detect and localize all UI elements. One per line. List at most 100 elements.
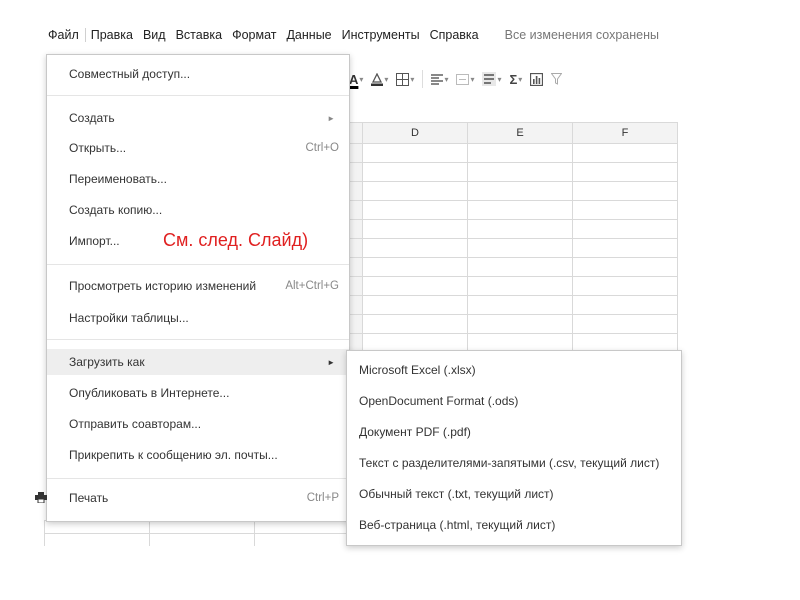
filter-button[interactable]	[551, 73, 563, 85]
submenu-item-label: Веб-страница (.html, текущий лист)	[359, 518, 556, 532]
borders-button[interactable]: ▾	[396, 72, 414, 86]
cell[interactable]	[362, 162, 468, 182]
menu-help[interactable]: Справка	[425, 28, 484, 42]
cell[interactable]	[572, 314, 678, 334]
menu-view[interactable]: Вид	[138, 28, 171, 42]
menu-item-print[interactable]: Печать Ctrl+P	[35, 485, 349, 511]
cell[interactable]	[149, 533, 255, 546]
menu-divider	[47, 339, 349, 340]
cell[interactable]	[467, 181, 573, 201]
cell[interactable]	[44, 533, 150, 546]
wrap-button[interactable]: ▾	[482, 72, 501, 86]
menu-item-new[interactable]: Создать ►	[47, 105, 349, 131]
menu-item-label: Опубликовать в Интернете...	[69, 386, 230, 400]
cell[interactable]	[572, 162, 678, 182]
menu-edit[interactable]: Правка	[86, 28, 138, 42]
cell[interactable]	[572, 295, 678, 315]
column-header-e[interactable]: E	[467, 122, 573, 144]
column-header-f[interactable]: F	[572, 122, 678, 144]
spreadsheet-grid: D E F	[345, 122, 680, 362]
toolbar: A ▾ ▾ ▾ ▾ ▾ ▾ Σ ▾	[345, 64, 680, 94]
printer-icon	[35, 492, 47, 503]
cell[interactable]	[572, 219, 678, 239]
cell[interactable]	[362, 200, 468, 220]
cell[interactable]	[572, 143, 678, 163]
cell[interactable]	[572, 257, 678, 277]
menu-divider	[47, 95, 349, 96]
cell[interactable]	[467, 295, 573, 315]
menu-item-open[interactable]: Открыть... Ctrl+O	[47, 135, 349, 161]
download-ods[interactable]: OpenDocument Format (.ods)	[347, 388, 681, 414]
fill-color-button[interactable]: ▾	[371, 72, 389, 86]
cell[interactable]	[362, 257, 468, 277]
cell[interactable]	[572, 276, 678, 296]
cell[interactable]	[467, 257, 573, 277]
chevron-down-icon: ▾	[359, 74, 364, 84]
menu-item-share[interactable]: Совместный доступ...	[47, 61, 349, 87]
download-xlsx[interactable]: Microsoft Excel (.xlsx)	[347, 357, 681, 383]
cell[interactable]	[467, 200, 573, 220]
menu-tools[interactable]: Инструменты	[337, 28, 425, 42]
cell[interactable]	[362, 295, 468, 315]
menu-item-revision-history[interactable]: Просмотреть историю изменений Alt+Ctrl+G	[47, 273, 349, 299]
menu-item-publish[interactable]: Опубликовать в Интернете...	[47, 380, 349, 406]
cell[interactable]	[572, 200, 678, 220]
menu-item-download-as[interactable]: Загрузить как ►	[47, 349, 349, 375]
download-as-submenu: Microsoft Excel (.xlsx) OpenDocument For…	[346, 350, 682, 546]
menu-item-rename[interactable]: Переименовать...	[47, 166, 349, 192]
menu-format[interactable]: Формат	[227, 28, 281, 42]
menu-item-shortcut: Alt+Ctrl+G	[285, 280, 339, 292]
cell[interactable]	[467, 219, 573, 239]
submenu-item-label: Обычный текст (.txt, текущий лист)	[359, 487, 554, 501]
menu-data[interactable]: Данные	[281, 28, 336, 42]
chart-button[interactable]	[530, 72, 544, 86]
save-status: Все изменения сохранены	[504, 28, 659, 42]
menu-file[interactable]: Файл	[46, 28, 86, 42]
cell[interactable]	[254, 533, 360, 546]
column-header-d[interactable]: D	[362, 122, 468, 144]
cell[interactable]	[572, 238, 678, 258]
cell[interactable]	[467, 143, 573, 163]
download-html[interactable]: Веб-страница (.html, текущий лист)	[347, 512, 681, 538]
download-pdf[interactable]: Документ PDF (.pdf)	[347, 419, 681, 445]
text-color-button[interactable]: A ▾	[349, 72, 363, 87]
chevron-down-icon: ▾	[518, 74, 523, 84]
menu-item-label: Совместный доступ...	[69, 67, 191, 81]
chevron-down-icon: ▾	[384, 74, 389, 84]
cell[interactable]	[362, 219, 468, 239]
download-txt[interactable]: Обычный текст (.txt, текущий лист)	[347, 481, 681, 507]
chevron-down-icon: ▾	[470, 74, 475, 84]
merge-button[interactable]: ▾	[456, 73, 475, 85]
menu-item-label: Настройки таблицы...	[69, 311, 189, 325]
cell[interactable]	[149, 520, 255, 534]
menu-item-email-attachment[interactable]: Прикрепить к сообщению эл. почты...	[47, 442, 349, 468]
menu-item-email-collaborators[interactable]: Отправить соавторам...	[47, 411, 349, 437]
cell[interactable]	[362, 238, 468, 258]
file-menu: Совместный доступ... Создать ► Открыть..…	[35, 54, 350, 522]
functions-button[interactable]: Σ ▾	[509, 72, 522, 87]
cell[interactable]	[467, 276, 573, 296]
cell[interactable]	[572, 181, 678, 201]
menu-item-label: Открыть...	[69, 141, 127, 155]
cell[interactable]	[362, 143, 468, 163]
download-csv[interactable]: Текст с разделителями-запятыми (.csv, те…	[347, 450, 681, 476]
cell[interactable]	[44, 520, 150, 534]
cell[interactable]	[467, 162, 573, 182]
cell[interactable]	[467, 238, 573, 258]
menu-item-label: Прикрепить к сообщению эл. почты...	[69, 448, 278, 462]
cell[interactable]	[467, 314, 573, 334]
menu-item-label: Просмотреть историю изменений	[69, 279, 257, 293]
cell[interactable]	[362, 181, 468, 201]
align-button[interactable]: ▾	[431, 73, 448, 85]
cell[interactable]	[362, 276, 468, 296]
toolbar-divider	[422, 70, 424, 88]
menu-item-shortcut: Ctrl+O	[305, 142, 339, 154]
menu-item-shortcut: Ctrl+P	[306, 492, 339, 504]
menu-item-spreadsheet-settings[interactable]: Настройки таблицы...	[47, 305, 349, 331]
align-icon	[431, 73, 444, 85]
chart-icon	[530, 72, 544, 86]
menu-item-make-copy[interactable]: Создать копию...	[47, 197, 349, 223]
menu-insert[interactable]: Вставка	[171, 28, 227, 42]
cell[interactable]	[254, 520, 360, 534]
cell[interactable]	[362, 314, 468, 334]
